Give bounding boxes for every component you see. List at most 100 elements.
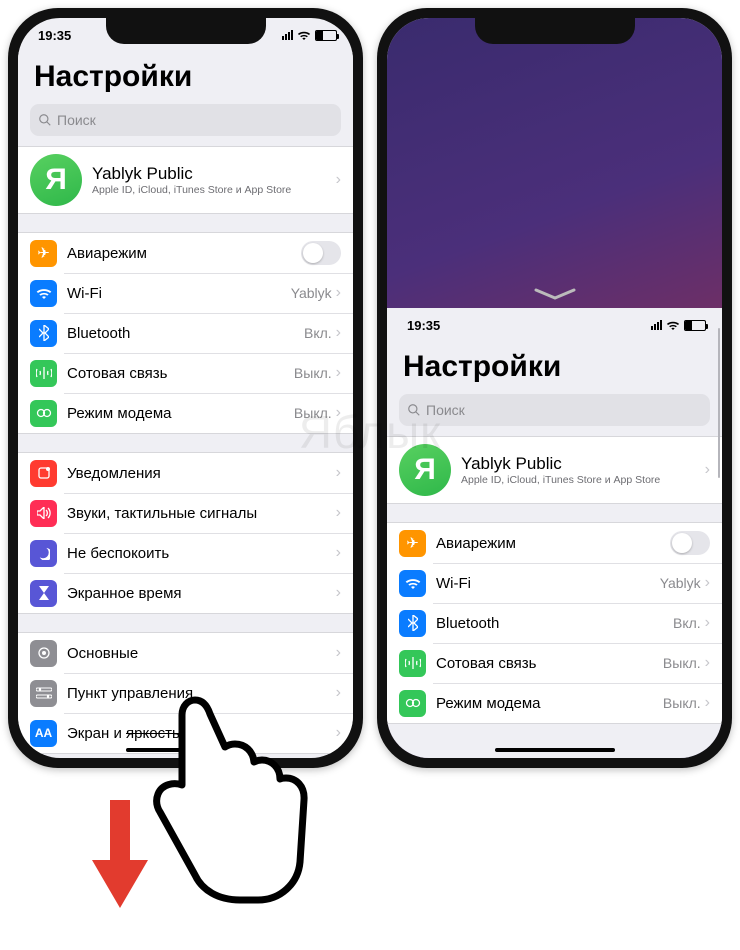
group-notifications: Уведомления › Звуки, тактильные сигналы … <box>18 452 353 614</box>
apple-id-subtitle: Apple ID, iCloud, iTunes Store и App Sto… <box>92 184 336 196</box>
row-wifi[interactable]: Wi-Fi Yablyk › <box>18 273 353 313</box>
screentime-label: Экранное время <box>67 585 336 602</box>
scrollbar[interactable] <box>718 328 720 478</box>
moon-icon <box>30 540 57 567</box>
chevron-right-icon: › <box>336 724 341 742</box>
row-cellular[interactable]: Сотовая связь Выкл. › <box>18 353 353 393</box>
wifi-label: Wi-Fi <box>436 575 660 592</box>
bluetooth-icon <box>399 610 426 637</box>
row-hotspot[interactable]: Режим модема Выкл. › <box>387 683 722 723</box>
row-airplane[interactable]: ✈ Авиарежим <box>18 233 353 273</box>
battery-icon <box>684 320 706 331</box>
chevron-right-icon: › <box>336 644 341 662</box>
chevron-right-icon: › <box>705 574 710 592</box>
wifi-settings-icon <box>30 280 57 307</box>
chevron-right-icon: › <box>336 544 341 562</box>
cellular-icon <box>399 650 426 677</box>
reachability-chevron-icon[interactable] <box>534 288 576 300</box>
row-notifications[interactable]: Уведомления › <box>18 453 353 493</box>
wifi-value: Yablyk <box>291 285 332 301</box>
hotspot-label: Режим модема <box>436 695 663 712</box>
wifi-icon <box>297 30 311 40</box>
hotspot-icon <box>30 400 57 427</box>
search-input[interactable]: Поиск <box>399 394 710 426</box>
row-wifi[interactable]: Wi-Fi Yablyk › <box>387 563 722 603</box>
status-right <box>282 30 337 41</box>
group-apple-id: Я Yablyk Public Apple ID, iCloud, iTunes… <box>387 436 722 504</box>
screen-left: 19:35 Настройки Поиск Я Yablyk Public <box>18 18 353 758</box>
settings-title: Настройки <box>387 342 722 388</box>
phone-left: 19:35 Настройки Поиск Я Yablyk Public <box>8 8 363 768</box>
group-connectivity: ✈ Авиарежим Wi-Fi Yablyk › Blueto <box>18 232 353 434</box>
chevron-right-icon: › <box>705 461 710 479</box>
airplane-label: Авиарежим <box>436 535 670 552</box>
search-input[interactable]: Поиск <box>30 104 341 136</box>
gear-icon <box>30 640 57 667</box>
status-time: 19:35 <box>38 28 71 43</box>
row-dnd[interactable]: Не беспокоить › <box>18 533 353 573</box>
row-hotspot[interactable]: Режим модема Выкл. › <box>18 393 353 433</box>
row-bluetooth[interactable]: Bluetooth Вкл. › <box>18 313 353 353</box>
group-apple-id: Я Yablyk Public Apple ID, iCloud, iTunes… <box>18 146 353 214</box>
apple-id-name: Yablyk Public <box>461 454 705 474</box>
status-time: 19:35 <box>407 318 440 333</box>
airplane-icon: ✈ <box>399 530 426 557</box>
battery-icon <box>315 30 337 41</box>
airplane-label: Авиарежим <box>67 245 301 262</box>
cellular-label: Сотовая связь <box>436 655 663 672</box>
airplane-toggle[interactable] <box>301 241 341 265</box>
notch <box>475 18 635 44</box>
chevron-right-icon: › <box>336 171 341 189</box>
screen-right: 19:35 Настройки Поиск Я <box>387 18 722 758</box>
bluetooth-icon <box>30 320 57 347</box>
notifications-label: Уведомления <box>67 465 336 482</box>
sounds-label: Звуки, тактильные сигналы <box>67 505 336 522</box>
row-apple-id[interactable]: Я Yablyk Public Apple ID, iCloud, iTunes… <box>387 437 722 503</box>
search-icon <box>407 403 421 417</box>
wifi-settings-icon <box>399 570 426 597</box>
row-airplane[interactable]: ✈ Авиарежим <box>387 523 722 563</box>
cellular-signal-icon <box>282 30 293 40</box>
search-icon <box>38 113 52 127</box>
cellular-signal-icon <box>651 320 662 330</box>
hotspot-value: Выкл. <box>294 405 332 421</box>
apple-id-name: Yablyk Public <box>92 164 336 184</box>
chevron-right-icon: › <box>336 404 341 422</box>
gesture-hand-icon <box>140 690 310 915</box>
wifi-icon <box>666 320 680 330</box>
apple-id-subtitle: Apple ID, iCloud, iTunes Store и App Sto… <box>461 474 705 486</box>
avatar: Я <box>30 154 82 206</box>
row-screentime[interactable]: Экранное время › <box>18 573 353 613</box>
cellular-icon <box>30 360 57 387</box>
row-bluetooth[interactable]: Bluetooth Вкл. › <box>387 603 722 643</box>
hotspot-value: Выкл. <box>663 695 701 711</box>
chevron-right-icon: › <box>336 684 341 702</box>
row-general[interactable]: Основные › <box>18 633 353 673</box>
avatar: Я <box>399 444 451 496</box>
hourglass-icon <box>30 580 57 607</box>
sounds-icon <box>30 500 57 527</box>
chevron-right-icon: › <box>336 584 341 602</box>
wifi-label: Wi-Fi <box>67 285 291 302</box>
search-placeholder: Поиск <box>57 112 96 128</box>
chevron-right-icon: › <box>705 654 710 672</box>
airplane-toggle[interactable] <box>670 531 710 555</box>
home-indicator[interactable] <box>495 748 615 752</box>
search-placeholder: Поиск <box>426 402 465 418</box>
wifi-value: Yablyk <box>660 575 701 591</box>
notch <box>106 18 266 44</box>
row-sounds[interactable]: Звуки, тактильные сигналы › <box>18 493 353 533</box>
display-icon: AA <box>30 720 57 747</box>
status-bar: 19:35 <box>387 308 722 342</box>
general-label: Основные <box>67 645 336 662</box>
cellular-label: Сотовая связь <box>67 365 294 382</box>
control-center-icon <box>30 680 57 707</box>
down-arrow-icon <box>90 800 150 915</box>
row-apple-id[interactable]: Я Yablyk Public Apple ID, iCloud, iTunes… <box>18 147 353 213</box>
chevron-right-icon: › <box>705 614 710 632</box>
bluetooth-label: Bluetooth <box>436 615 673 632</box>
row-cellular[interactable]: Сотовая связь Выкл. › <box>387 643 722 683</box>
group-connectivity: ✈ Авиарежим Wi-Fi Yablyk › <box>387 522 722 724</box>
chevron-right-icon: › <box>336 504 341 522</box>
notifications-icon <box>30 460 57 487</box>
